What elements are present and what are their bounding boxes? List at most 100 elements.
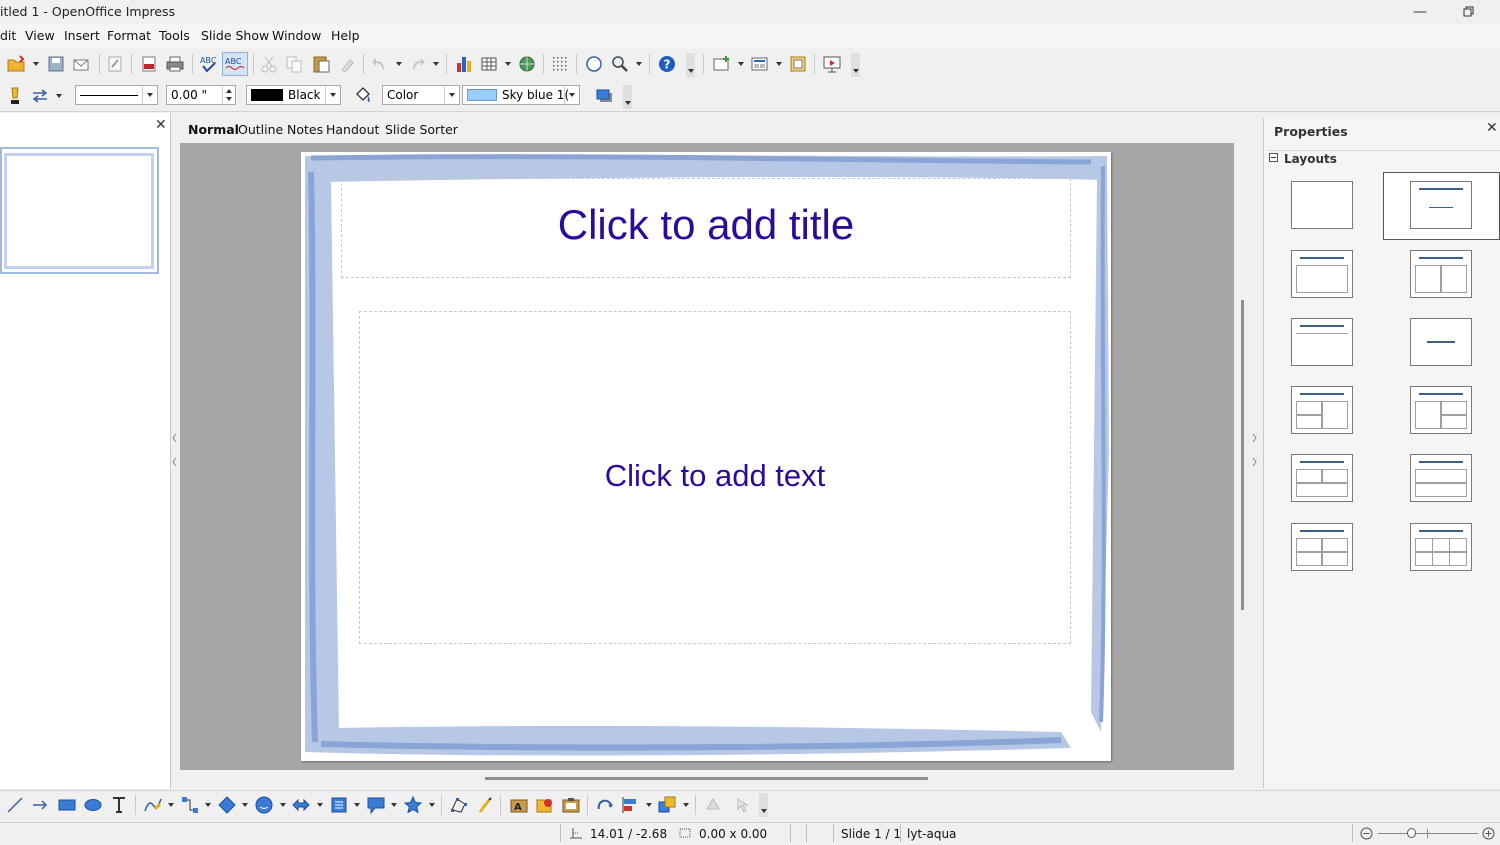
cut-icon[interactable] (260, 55, 278, 73)
alignment-dropdown-icon[interactable] (646, 803, 652, 807)
stars-icon[interactable] (403, 795, 423, 815)
hyperlink-icon[interactable] (518, 55, 536, 73)
spellcheck-icon[interactable]: ABC (199, 54, 219, 74)
extrusion-toggle-icon[interactable] (703, 795, 723, 815)
toolbar-overflow-3[interactable] (623, 85, 632, 109)
zoom-slider-track[interactable] (1378, 833, 1478, 834)
line-style-paint-icon[interactable] (6, 86, 24, 106)
new-slide-dropdown-icon[interactable] (738, 62, 744, 66)
menu-edit[interactable]: dit (0, 28, 16, 43)
connector-dropdown-icon[interactable] (205, 803, 211, 807)
rotate-icon[interactable] (595, 795, 615, 815)
open-icon[interactable] (6, 54, 28, 74)
layout-title-6content[interactable] (1410, 523, 1472, 571)
redo-dropdown-icon[interactable] (433, 62, 439, 66)
area-style-select[interactable]: Color (382, 85, 460, 105)
properties-pane-splitter[interactable] (1251, 430, 1259, 470)
content-placeholder-box[interactable]: Click to add text (359, 311, 1071, 644)
layout-title-content[interactable] (1291, 250, 1353, 298)
menu-view[interactable]: View (25, 28, 55, 43)
undo-dropdown-icon[interactable] (396, 62, 402, 66)
navigator-icon[interactable] (585, 55, 603, 73)
email-document-icon[interactable] (72, 55, 92, 73)
menu-window[interactable]: Window (272, 28, 321, 43)
line-tool-icon[interactable] (6, 796, 24, 814)
edit-file-icon[interactable] (106, 55, 124, 73)
title-placeholder-box[interactable]: Click to add title (341, 178, 1071, 278)
tab-notes[interactable]: Notes (287, 122, 323, 137)
basic-shapes-dropdown-icon[interactable] (242, 803, 248, 807)
horizontal-scrollbar[interactable] (485, 777, 928, 780)
rectangle-tool-icon[interactable] (57, 796, 77, 814)
callouts-dropdown-icon[interactable] (391, 803, 397, 807)
slide-design-icon[interactable] (789, 55, 807, 73)
area-color-select[interactable]: Sky blue 1( (462, 85, 580, 105)
area-fill-icon[interactable] (353, 86, 373, 106)
alignment-icon[interactable] (620, 795, 640, 815)
line-width-field[interactable]: 0.00 " (166, 85, 236, 105)
gallery-icon[interactable] (561, 795, 581, 815)
layout-title-2content-stacked[interactable] (1410, 454, 1472, 502)
menu-format[interactable]: Format (107, 28, 151, 43)
slide-layout-icon[interactable] (750, 55, 770, 73)
collapse-layouts-icon[interactable] (1269, 153, 1278, 162)
layout-title-slide[interactable] (1410, 181, 1472, 229)
export-pdf-icon[interactable] (140, 55, 158, 73)
vertical-scrollbar[interactable] (1241, 300, 1244, 610)
text-tool-icon[interactable] (110, 795, 128, 815)
redo-icon[interactable] (409, 55, 427, 73)
zoom-out-icon[interactable] (1360, 827, 1373, 840)
curve-tool-icon[interactable] (143, 795, 163, 815)
open-dropdown-icon[interactable] (33, 62, 39, 66)
toolbar-overflow-4[interactable] (759, 793, 768, 817)
points-icon[interactable] (449, 795, 469, 815)
flowchart-icon[interactable] (329, 795, 349, 815)
insert-chart-icon[interactable] (455, 54, 473, 74)
layout-centered-text[interactable] (1410, 318, 1472, 366)
help-icon[interactable]: ? (657, 54, 677, 74)
block-arrows-icon[interactable] (291, 795, 311, 815)
layout-title-2content-over-content[interactable] (1291, 454, 1353, 502)
layout-title-content-2content[interactable] (1291, 386, 1353, 434)
layout-title-content-and-2content[interactable] (1410, 386, 1472, 434)
save-icon[interactable] (47, 55, 65, 73)
callouts-icon[interactable] (366, 795, 386, 815)
tab-outline[interactable]: Outline (238, 122, 283, 137)
menu-insert[interactable]: Insert (64, 28, 100, 43)
autospellcheck-toggle[interactable]: ABC (222, 52, 248, 76)
arrange-dropdown-icon[interactable] (683, 803, 689, 807)
menu-help[interactable]: Help (331, 28, 360, 43)
close-properties-icon[interactable]: ✕ (1486, 120, 1498, 136)
stars-dropdown-icon[interactable] (429, 803, 435, 807)
arrange-icon[interactable] (657, 795, 677, 815)
connector-tool-icon[interactable] (180, 795, 200, 815)
curve-dropdown-icon[interactable] (168, 803, 174, 807)
line-style-select[interactable] (75, 85, 158, 105)
tab-normal[interactable]: Normal (188, 122, 239, 137)
tab-slide-sorter[interactable]: Slide Sorter (385, 122, 458, 137)
line-style-dropdown[interactable] (142, 86, 157, 104)
arrow-style-dropdown-icon[interactable] (56, 94, 62, 98)
restore-button[interactable] (1449, 0, 1489, 24)
area-color-dropdown[interactable] (564, 86, 579, 104)
minimize-button[interactable]: — (1400, 0, 1440, 24)
line-color-dropdown[interactable] (325, 86, 340, 104)
zoom-icon[interactable] (610, 54, 630, 74)
insert-table-icon[interactable] (480, 55, 498, 73)
close-slides-pane-icon[interactable]: ✕ (155, 117, 167, 133)
ellipse-tool-icon[interactable] (83, 796, 103, 814)
grid-icon[interactable] (551, 55, 569, 73)
status-design-name[interactable]: lyt-aqua (907, 827, 956, 841)
interaction-icon[interactable] (732, 795, 752, 815)
zoom-dropdown-icon[interactable] (636, 62, 642, 66)
zoom-in-icon[interactable] (1482, 827, 1495, 840)
menu-slide-show[interactable]: Slide Show (201, 28, 269, 43)
fontwork-icon[interactable]: A (509, 795, 529, 815)
table-dropdown-icon[interactable] (505, 62, 511, 66)
area-style-dropdown[interactable] (444, 86, 459, 104)
layout-blank[interactable] (1291, 181, 1353, 229)
copy-icon[interactable] (285, 55, 303, 73)
zoom-slider-handle[interactable] (1407, 828, 1416, 838)
line-arrow-style-icon[interactable] (30, 86, 50, 106)
clone-formatting-icon[interactable] (338, 55, 356, 73)
